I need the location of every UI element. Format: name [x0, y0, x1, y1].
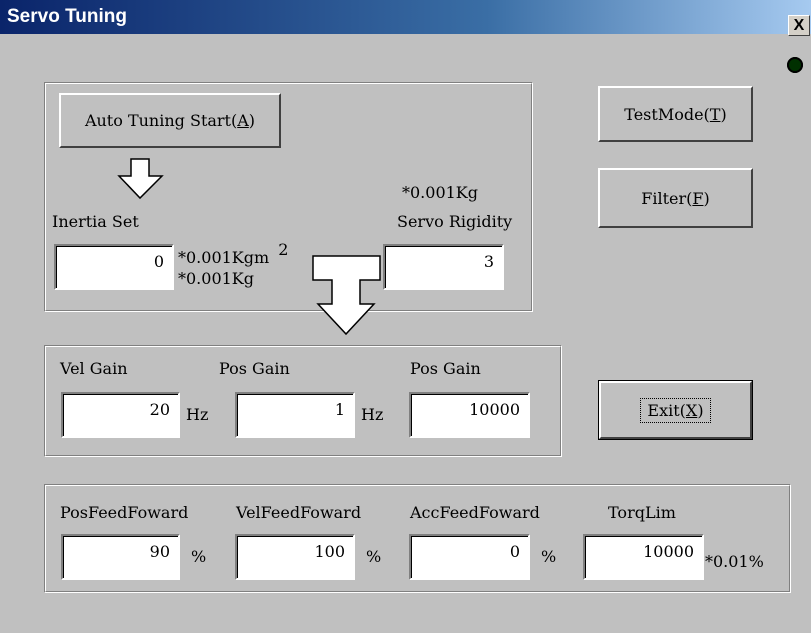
- pos-gain-2-label: Pos Gain: [410, 359, 481, 378]
- inertia-set-field[interactable]: 0: [54, 244, 174, 290]
- title-bar[interactable]: Servo Tuning: [0, 0, 811, 34]
- auto-tuning-start-button[interactable]: Auto Tuning Start(A): [59, 93, 281, 148]
- acc-feed-forward-unit: %: [541, 547, 557, 566]
- pos-gain-label: Pos Gain: [219, 359, 290, 378]
- rigidity-unit-label: *0.001Kg: [402, 183, 478, 202]
- vel-gain-unit: Hz: [186, 405, 209, 424]
- torq-lim-unit: *0.01%: [705, 552, 764, 571]
- servo-rigidity-field[interactable]: 3: [383, 244, 504, 290]
- inertia-unit-kgm: *0.001Kgm 2: [178, 240, 289, 267]
- vel-feed-forward-field[interactable]: 100: [235, 534, 355, 580]
- auto-tuning-start-label: Auto Tuning Start(A): [84, 111, 256, 130]
- down-arrow-icon: [117, 158, 164, 200]
- vel-feed-forward-label: VelFeedFoward: [236, 503, 362, 522]
- inertia-set-label: Inertia Set: [52, 212, 139, 231]
- test-mode-label: TestMode(T): [624, 104, 727, 124]
- close-button[interactable]: X: [788, 15, 810, 36]
- vel-feed-forward-unit: %: [366, 547, 382, 566]
- filter-label: Filter(F): [641, 188, 710, 208]
- pos-gain-unit: Hz: [361, 405, 384, 424]
- inertia-unit-kg: *0.001Kg: [178, 269, 254, 288]
- exit-label: Exit(X): [640, 397, 711, 423]
- pos-gain-2-field[interactable]: 10000: [409, 392, 530, 438]
- vel-gain-field[interactable]: 20: [61, 392, 180, 438]
- vel-gain-label: Vel Gain: [60, 359, 128, 378]
- status-indicator-icon: [787, 57, 803, 73]
- inertia-unit-sup: 2: [278, 240, 289, 259]
- pos-feed-forward-unit: %: [191, 547, 207, 566]
- filter-button[interactable]: Filter(F): [598, 168, 753, 228]
- torq-lim-field[interactable]: 10000: [583, 534, 704, 580]
- pos-gain-field[interactable]: 1: [235, 392, 355, 438]
- close-icon: X: [793, 16, 805, 34]
- servo-tuning-window: Servo Tuning X Auto Tuning Start(A) Iner…: [0, 0, 811, 633]
- acc-feed-forward-field[interactable]: 0: [409, 534, 530, 580]
- torq-lim-label: TorqLim: [608, 503, 676, 522]
- servo-rigidity-label: Servo Rigidity: [397, 212, 513, 231]
- acc-feed-forward-label: AccFeedFoward: [410, 503, 540, 522]
- exit-button[interactable]: Exit(X): [598, 380, 753, 440]
- flow-arrow-icon: [312, 255, 381, 336]
- pos-feed-forward-label: PosFeedFoward: [60, 503, 189, 522]
- pos-feed-forward-field[interactable]: 90: [61, 534, 180, 580]
- window-title: Servo Tuning: [7, 6, 127, 27]
- test-mode-button[interactable]: TestMode(T): [598, 86, 753, 142]
